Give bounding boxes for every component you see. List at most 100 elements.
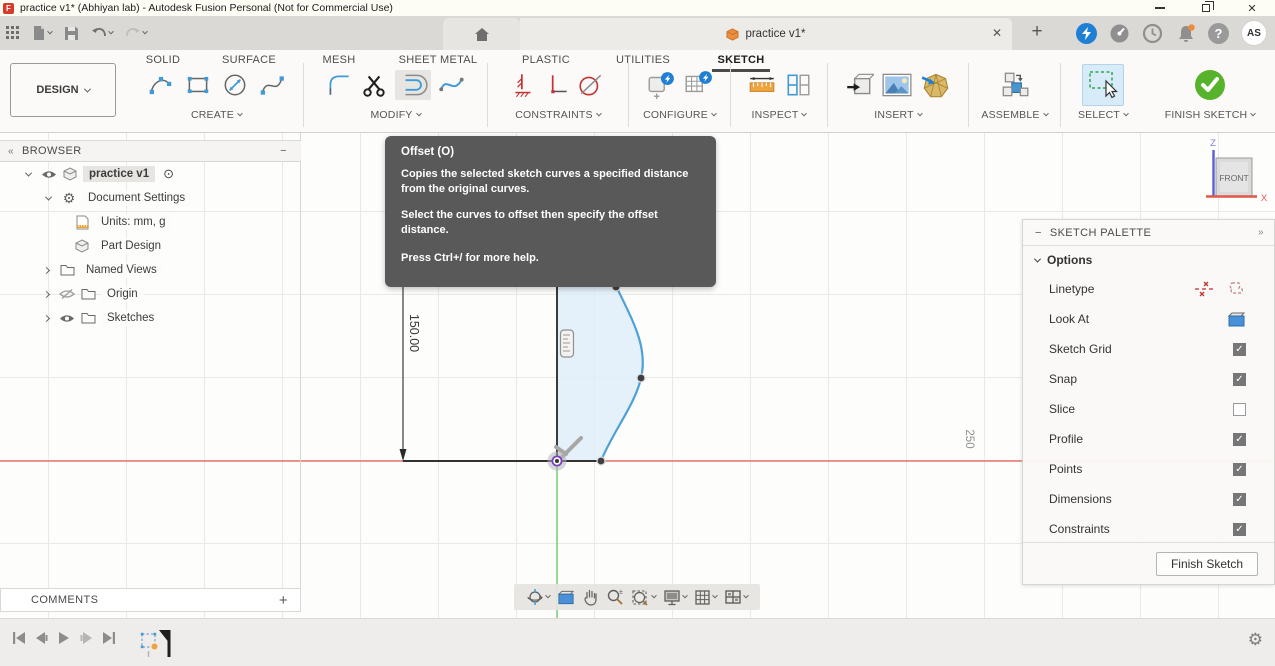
tree-item-units[interactable]: Units: mm, g <box>0 210 301 234</box>
chevron-down-icon[interactable] <box>24 169 32 177</box>
tree-item-label[interactable]: practice v1 <box>83 166 156 182</box>
browser-header[interactable]: « BROWSER − <box>0 140 301 162</box>
select-tool-active[interactable] <box>1082 64 1124 106</box>
insert-derive-tool[interactable] <box>844 70 874 100</box>
redo-button[interactable] <box>125 27 148 40</box>
break-curve-tool[interactable] <box>438 71 466 99</box>
configuration-tool[interactable] <box>646 70 676 100</box>
origin-point[interactable] <box>547 451 567 471</box>
timeline-go-to-end-button[interactable] <box>102 631 116 645</box>
visibility-eye-icon[interactable] <box>59 313 75 324</box>
constraints-checkbox[interactable] <box>1233 522 1246 536</box>
group-insert-label[interactable]: INSERT <box>874 109 914 121</box>
tree-item-label[interactable]: Origin <box>101 286 144 302</box>
look-at-button[interactable] <box>557 590 575 605</box>
tree-item-origin[interactable]: Origin <box>0 282 301 306</box>
tree-item-sketches[interactable]: Sketches <box>0 306 301 330</box>
orbit-button[interactable] <box>526 588 551 606</box>
design-workspace-button[interactable]: DESIGN <box>10 63 116 117</box>
snap-checkbox[interactable] <box>1233 372 1246 386</box>
timeline-settings-gear-icon[interactable]: ⚙ <box>1248 630 1263 650</box>
notifications-button[interactable] <box>1175 23 1196 44</box>
job-status-button[interactable] <box>1109 23 1130 44</box>
dimensions-checkbox[interactable] <box>1233 492 1246 506</box>
tree-item-root[interactable]: practice v1 ⊙ <box>0 162 301 186</box>
construction-linetype-icon[interactable] <box>1228 281 1246 297</box>
extensions-button[interactable] <box>1076 22 1097 44</box>
perpendicular-constraint-tool[interactable] <box>544 71 570 99</box>
finish-sketch-button[interactable]: Finish Sketch <box>1155 551 1258 576</box>
zoom-button[interactable]: ± <box>606 588 624 606</box>
sketch-grid-checkbox[interactable] <box>1233 342 1246 356</box>
minimize-button[interactable] <box>1137 0 1183 16</box>
view-cube[interactable]: FRONT Z X <box>1206 138 1268 204</box>
minimize-panel-icon[interactable]: − <box>1035 227 1042 239</box>
tree-item-label[interactable]: Units: mm, g <box>95 214 172 230</box>
chevron-right-icon[interactable] <box>42 290 50 298</box>
points-checkbox[interactable] <box>1233 462 1246 476</box>
chevron-right-icon[interactable] <box>42 266 50 274</box>
view-cube-face-label[interactable]: FRONT <box>1219 173 1248 183</box>
fillet-tool[interactable] <box>325 71 353 99</box>
history-button[interactable] <box>1142 23 1163 44</box>
measure-tool[interactable] <box>747 71 777 99</box>
tree-item-label[interactable]: Document Settings <box>82 190 192 206</box>
timeline-play-button[interactable] <box>57 631 71 645</box>
zoom-window-button[interactable] <box>631 588 657 606</box>
restore-button[interactable] <box>1183 0 1229 16</box>
pan-button[interactable] <box>582 588 599 606</box>
tree-item-named-views[interactable]: Named Views <box>0 258 301 282</box>
tree-item-label[interactable]: Part Design <box>95 238 168 254</box>
spline-point[interactable] <box>596 456 606 466</box>
create-circle-tool[interactable] <box>220 71 250 99</box>
create-arc-tool[interactable] <box>146 71 176 99</box>
palette-header[interactable]: − SKETCH PALETTE » <box>1023 220 1274 246</box>
tree-item-label[interactable]: Named Views <box>80 262 163 278</box>
visibility-eye-icon[interactable] <box>41 169 57 180</box>
timeline-step-forward-button[interactable] <box>80 631 93 645</box>
offset-tool-active[interactable] <box>395 70 431 100</box>
look-at-icon[interactable] <box>1227 312 1246 327</box>
chevron-down-icon[interactable] <box>44 193 52 201</box>
dimension-value[interactable]: 150.00 <box>407 314 421 352</box>
group-create-label[interactable]: CREATE <box>191 109 234 121</box>
group-configure-label[interactable]: CONFIGURE <box>643 109 708 121</box>
file-menu-button[interactable] <box>32 25 53 41</box>
close-button[interactable]: ✕ <box>1229 0 1275 16</box>
tangent-constraint-tool[interactable] <box>577 71 605 99</box>
user-avatar[interactable]: AS <box>1241 20 1267 46</box>
palette-options-section[interactable]: Options <box>1023 246 1274 274</box>
new-tab-button[interactable]: + <box>1026 21 1048 43</box>
collapse-panel-icon[interactable]: « <box>8 146 14 157</box>
configuration-table-tool[interactable] <box>683 70 713 100</box>
document-tab[interactable]: practice v1* ✕ <box>520 18 1012 50</box>
slice-checkbox[interactable] <box>1233 402 1246 416</box>
group-assemble-label[interactable]: ASSEMBLE <box>981 109 1039 121</box>
comments-bar[interactable]: COMMENTS + <box>0 588 301 612</box>
profile-checkbox[interactable] <box>1233 432 1246 446</box>
activate-component-icon[interactable]: ⊙ <box>163 166 174 182</box>
group-constraints-label[interactable]: CONSTRAINTS <box>515 109 592 121</box>
tree-item-label[interactable]: Sketches <box>101 310 161 326</box>
undo-button[interactable] <box>91 27 114 40</box>
display-settings-button[interactable] <box>663 589 688 606</box>
group-finish-sketch-label[interactable]: FINISH SKETCH <box>1165 109 1248 121</box>
visibility-off-eye-icon[interactable] <box>59 288 75 300</box>
help-button[interactable]: ? <box>1208 22 1229 44</box>
tree-item-document-settings[interactable]: ⚙ Document Settings <box>0 186 301 210</box>
save-button[interactable] <box>64 26 79 41</box>
chevron-right-icon[interactable] <box>42 314 50 322</box>
grid-settings-button[interactable] <box>694 589 718 606</box>
insert-mesh-tool[interactable] <box>920 70 952 100</box>
expand-panel-icon[interactable]: » <box>1258 227 1264 238</box>
insert-canvas-image-tool[interactable] <box>881 70 913 100</box>
timeline-go-to-start-button[interactable] <box>12 631 26 645</box>
assemble-joint-tool[interactable] <box>999 70 1031 100</box>
home-button[interactable] <box>443 18 520 50</box>
section-analysis-tool[interactable] <box>784 71 812 99</box>
centerline-linetype-icon[interactable] <box>1194 281 1214 297</box>
finish-sketch-button[interactable] <box>1193 68 1227 102</box>
trim-tool[interactable] <box>360 71 388 99</box>
create-rectangle-tool[interactable] <box>183 71 213 99</box>
tab-close-icon[interactable]: ✕ <box>992 26 1002 40</box>
